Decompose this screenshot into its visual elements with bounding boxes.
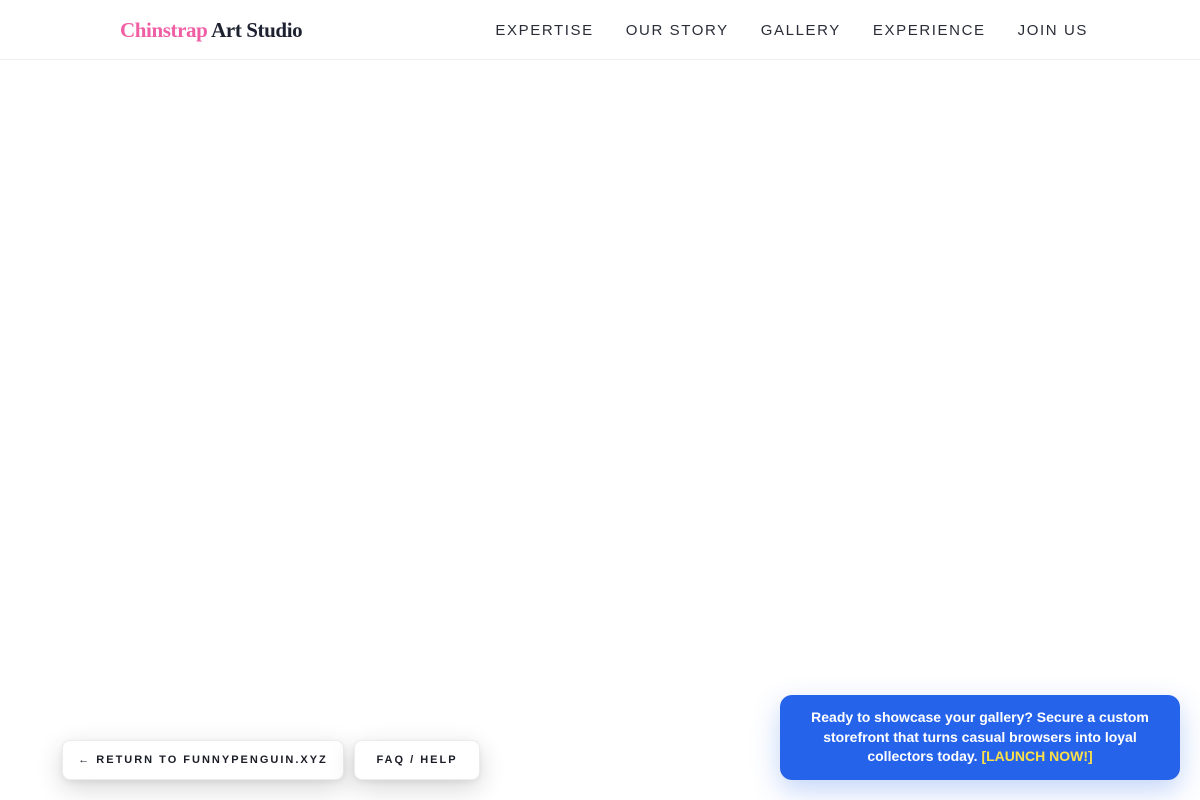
faq-help-button[interactable]: FAQ / HELP <box>354 740 480 780</box>
nav-link-join-us[interactable]: JOIN US <box>1018 22 1088 39</box>
nav-link-our-story[interactable]: OUR STORY <box>626 22 729 39</box>
main-nav: EXPERTISE OUR STORY GALLERY EXPERIENCE J… <box>495 0 1088 60</box>
logo-rest-text: Art Studio <box>207 18 303 42</box>
nav-link-gallery[interactable]: GALLERY <box>761 22 841 39</box>
promo-message: Ready to showcase your gallery? Secure a… <box>811 709 1149 765</box>
return-to-site-button[interactable]: ← RETURN TO FUNNYPENGUIN.XYZ <box>62 740 344 780</box>
nav-link-experience[interactable]: EXPERIENCE <box>873 22 986 39</box>
main-content-area <box>0 60 1200 800</box>
launch-now-link[interactable]: [LAUNCH NOW!] <box>981 748 1092 764</box>
promo-text: Ready to showcase your gallery? Secure a… <box>804 708 1156 767</box>
nav-link-expertise[interactable]: EXPERTISE <box>495 22 593 39</box>
site-logo[interactable]: Chinstrap Art Studio <box>120 17 303 43</box>
promo-banner[interactable]: Ready to showcase your gallery? Secure a… <box>780 695 1180 780</box>
site-header: Chinstrap Art Studio EXPERTISE OUR STORY… <box>0 0 1200 60</box>
logo-accent-text: Chinstrap <box>120 18 208 42</box>
